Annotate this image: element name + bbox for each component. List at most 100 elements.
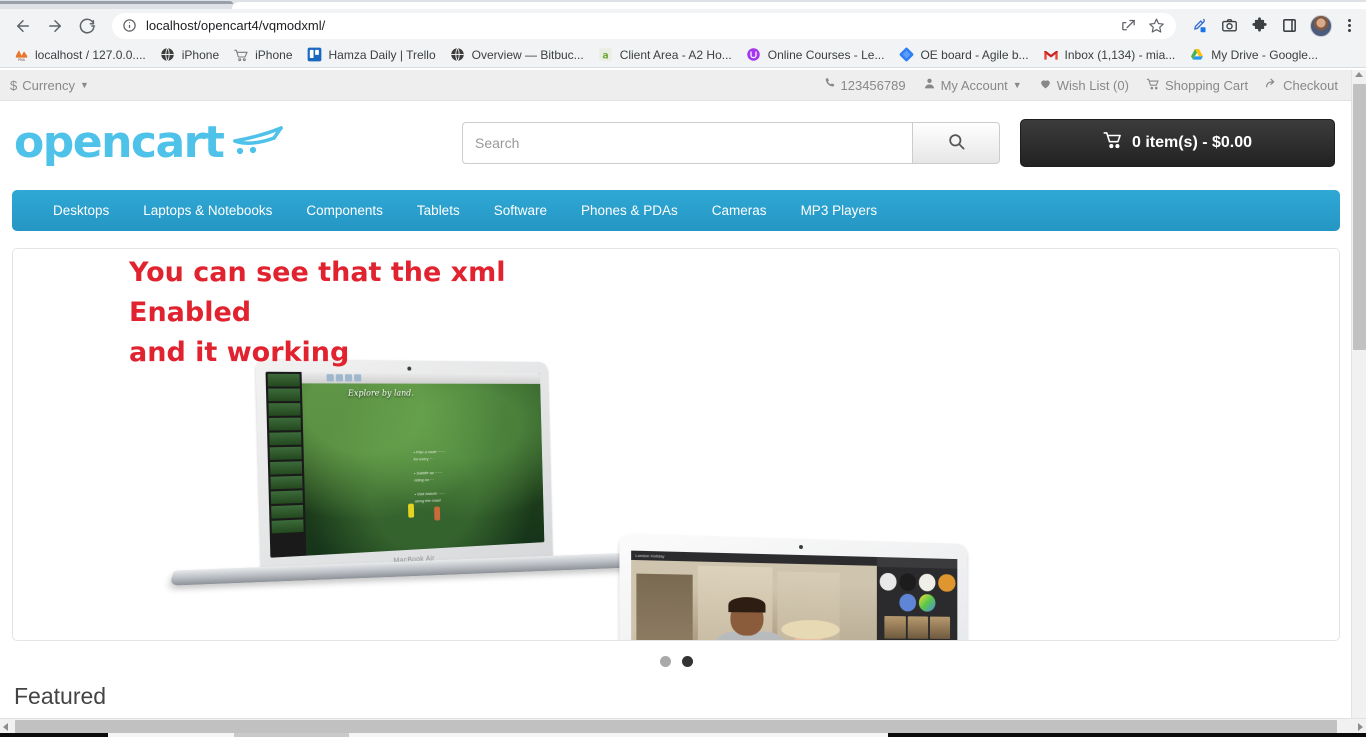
profile-avatar-icon[interactable] — [1310, 14, 1332, 37]
store-phone[interactable]: 123456789 — [823, 77, 906, 93]
search-input[interactable] — [462, 121, 912, 164]
bookmark-item[interactable]: Overview — Bitbuc... — [443, 44, 591, 66]
shopping-cart-link[interactable]: Shopping Cart — [1146, 77, 1248, 94]
annotation-line-2: and it working — [129, 337, 350, 368]
checkout-link[interactable]: Checkout — [1265, 77, 1338, 93]
trello-icon — [307, 47, 323, 63]
address-bar[interactable]: localhost/opencart4/vqmodxml/ — [112, 12, 1176, 39]
bookmark-label: OE board - Agile b... — [920, 47, 1029, 62]
nav-item-phones-pdas[interactable]: Phones & PDAs — [564, 190, 695, 231]
store-top-bar: $ Currency ▼ 123456789 My Account ▼ Wish… — [0, 70, 1352, 101]
search-icon — [947, 132, 966, 154]
eyedropper-icon[interactable] — [1186, 13, 1212, 39]
tab-strip-left-edge — [0, 1, 233, 4]
carousel-dot-2[interactable] — [681, 656, 693, 667]
site-information-icon[interactable] — [122, 18, 137, 33]
bookmark-item[interactable]: a Client Area - A2 Ho... — [591, 44, 739, 66]
search-button[interactable] — [912, 121, 1000, 164]
bookmark-star-icon[interactable] — [1148, 17, 1166, 35]
active-tab[interactable] — [232, 2, 1366, 9]
bookmark-label: Inbox (1,134) - mia... — [1064, 47, 1176, 62]
scroll-right-arrow-icon[interactable] — [1358, 723, 1363, 731]
bookmark-item[interactable]: Inbox (1,134) - mia... — [1036, 44, 1183, 66]
bookmark-item[interactable]: iPhone — [226, 44, 299, 66]
bookmark-label: localhost / 127.0.0.... — [35, 47, 146, 62]
scroll-up-arrow-icon[interactable] — [1355, 72, 1363, 77]
bookmark-label: My Drive - Google... — [1211, 47, 1318, 62]
bookmark-item[interactable]: Hamza Daily | Trello — [300, 44, 443, 66]
bookmark-label: Overview — Bitbuc... — [471, 47, 584, 62]
currency-symbol: $ — [10, 77, 18, 93]
store-top-bar-links: 123456789 My Account ▼ Wish List (0) Sho… — [823, 77, 1338, 94]
shopping-cart-icon — [1103, 130, 1123, 155]
bookmark-item[interactable]: My Drive - Google... — [1182, 44, 1325, 66]
phpmyadmin-icon: PMA — [13, 47, 29, 63]
nav-item-tablets[interactable]: Tablets — [400, 190, 477, 231]
webcam-icon — [798, 544, 803, 550]
nav-item-cameras[interactable]: Cameras — [695, 190, 784, 231]
desktop-taskbar-edge — [0, 733, 1366, 737]
vertical-scrollbar-thumb[interactable] — [1353, 84, 1366, 350]
nav-item-software[interactable]: Software — [477, 190, 564, 231]
my-account-menu[interactable]: My Account ▼ — [923, 77, 1022, 93]
browser-window: localhost/opencart4/vqmodxml/ PMA localh… — [0, 0, 1366, 737]
cart-total-label: 0 item(s) - $0.00 — [1131, 133, 1253, 151]
wish-list-label: Wish List (0) — [1056, 77, 1129, 93]
bookmark-item[interactable]: PMA localhost / 127.0.0.... — [6, 44, 153, 66]
nav-item-laptops-notebooks[interactable]: Laptops & Notebooks — [126, 190, 289, 231]
checkout-label: Checkout — [1283, 77, 1338, 93]
bookmark-label: Online Courses - Le... — [767, 47, 885, 62]
vertical-scrollbar[interactable] — [1351, 70, 1366, 718]
camera-icon[interactable] — [1216, 13, 1242, 39]
macbook-air-front: London Holiday — [613, 533, 1213, 640]
back-arrow-icon[interactable] — [8, 11, 38, 41]
gmail-icon — [1043, 47, 1059, 63]
bookmark-item[interactable]: iPhone — [153, 44, 226, 66]
cart-total-button[interactable]: 0 item(s) - $0.00 — [1020, 118, 1335, 167]
hero-carousel[interactable]: You can see that the xml Enabled and it … — [12, 248, 1340, 641]
scroll-left-arrow-icon[interactable] — [3, 723, 8, 731]
udemy-icon — [746, 47, 762, 63]
nav-item-mp3-players[interactable]: MP3 Players — [784, 190, 895, 231]
featured-heading: Featured — [14, 683, 107, 709]
arrow-forward-icon — [1265, 77, 1278, 93]
annotation-line-1: You can see that the xml Enabled — [129, 257, 506, 328]
back-screen-bullets: • Plan a route ······ for every ··· • Sadd… — [413, 448, 446, 504]
bookmarks-bar: PMA localhost / 127.0.0.... iPhone iPhon… — [0, 42, 1366, 68]
wish-list-link[interactable]: Wish List (0) — [1039, 77, 1129, 93]
a2hosting-icon: a — [598, 47, 614, 63]
nav-item-components[interactable]: Components — [289, 190, 400, 231]
three-dots-menu-icon[interactable] — [1340, 15, 1358, 37]
store-logo[interactable]: opencart — [12, 120, 462, 165]
nav-item-desktops[interactable]: Desktops — [36, 190, 126, 231]
front-screen-title: London Holiday — [635, 552, 665, 559]
search-bar — [462, 121, 1000, 164]
puzzle-piece-icon[interactable] — [1246, 13, 1272, 39]
share-icon[interactable] — [1120, 17, 1138, 35]
reload-icon[interactable] — [72, 11, 102, 41]
horizontal-scrollbar-thumb[interactable] — [15, 720, 1337, 733]
store-header: opencart Search 0 item(s) - $0.00 — [0, 101, 1352, 184]
user-icon — [923, 77, 936, 93]
currency-label: Currency — [22, 77, 75, 93]
address-bar-url: localhost/opencart4/vqmodxml/ — [146, 18, 326, 33]
carousel-dot-1[interactable] — [659, 656, 671, 667]
horizontal-scrollbar[interactable] — [0, 718, 1366, 733]
forward-arrow-icon[interactable] — [40, 11, 70, 41]
globe-icon — [450, 47, 466, 63]
my-account-label: My Account — [940, 77, 1008, 93]
bookmark-label: iPhone — [181, 47, 220, 62]
tab-strip — [0, 0, 1366, 9]
svg-text:a: a — [603, 50, 609, 61]
currency-selector[interactable]: $ Currency ▼ — [10, 78, 89, 93]
phone-icon — [823, 77, 836, 93]
bookmark-label: iPhone — [255, 47, 293, 62]
chevron-down-icon: ▼ — [1012, 80, 1022, 90]
bookmark-item[interactable]: Online Courses - Le... — [739, 44, 892, 66]
page-viewport: $ Currency ▼ 123456789 My Account ▼ Wish… — [0, 70, 1366, 718]
sidebar-icon[interactable] — [1276, 13, 1302, 39]
browser-toolbar: localhost/opencart4/vqmodxml/ — [0, 9, 1366, 42]
opencart-cart-swoosh-icon — [227, 125, 285, 165]
bookmark-item[interactable]: OE board - Agile b... — [891, 44, 1035, 66]
annotation-text: You can see that the xml Enabled and it … — [129, 253, 599, 373]
